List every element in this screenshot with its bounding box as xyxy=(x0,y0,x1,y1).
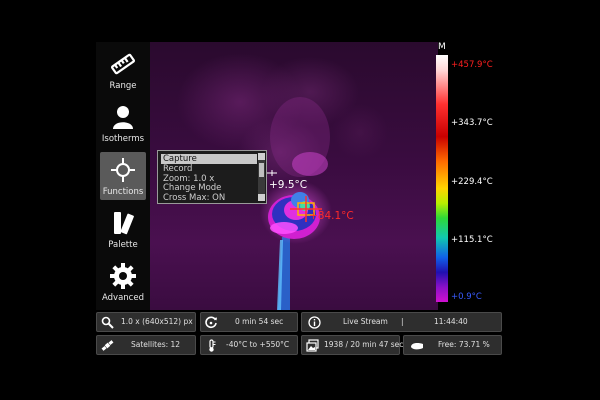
max-temperature: +84.1°C xyxy=(309,210,354,222)
range-button[interactable]: Range xyxy=(100,46,146,94)
elapsed-text: 0 min 54 sec xyxy=(235,317,284,326)
frames-text: 1938 / 20 min 47 sec xyxy=(324,340,404,349)
sidebar-item-label: Functions xyxy=(102,187,144,197)
menu-item-change-mode[interactable]: Change Mode xyxy=(161,183,257,193)
stream-status: Live Stream | 11:44:40 xyxy=(301,312,502,332)
sd-card-icon xyxy=(411,343,423,350)
sidebar-item-label: Advanced xyxy=(102,293,144,303)
scroll-down-arrow-icon[interactable] xyxy=(258,194,265,201)
range-status: -40°C to +550°C xyxy=(200,335,298,355)
thermometer-icon xyxy=(209,339,216,352)
color-scale-bar xyxy=(436,55,448,302)
ruler-icon xyxy=(108,49,138,79)
scale-label: +229.4°C xyxy=(451,177,493,187)
range-text: -40°C to +550°C xyxy=(226,340,290,349)
stream-mode-text: Live Stream xyxy=(343,317,388,326)
elapsed-status: 0 min 54 sec xyxy=(200,312,298,332)
zoom-status: 1.0 x (640x512) px xyxy=(96,312,196,332)
palette-icon xyxy=(108,208,138,238)
satellites-status: Satellites: 12 xyxy=(96,335,196,355)
info-icon xyxy=(308,316,321,329)
sidebar: Range Isotherms Functions Palette Advanc… xyxy=(96,42,150,310)
functions-button[interactable]: Functions xyxy=(100,152,146,200)
frames-status: 1938 / 20 min 47 sec xyxy=(301,335,404,355)
menu-scrollbar[interactable] xyxy=(258,153,265,201)
gallery-icon xyxy=(306,339,319,352)
scroll-up-arrow-icon[interactable] xyxy=(258,153,265,160)
crosshair-icon xyxy=(108,155,138,185)
scale-marker: M xyxy=(438,42,446,52)
sidebar-item-label: Range xyxy=(109,81,137,91)
scale-label-min: +0.9°C xyxy=(451,292,482,302)
spot-temperature: +9.5°C xyxy=(269,179,308,191)
scrollbar-thumb[interactable] xyxy=(259,163,264,177)
menu-item-capture[interactable]: Capture xyxy=(161,154,257,164)
satellite-icon xyxy=(101,340,114,351)
menu-item-record[interactable]: Record xyxy=(161,164,257,174)
sidebar-item-label: Palette xyxy=(108,240,138,250)
sidebar-item-label: Isotherms xyxy=(101,134,145,144)
menu-item-cross-max[interactable]: Cross Max: ON xyxy=(161,193,257,203)
magnifier-icon xyxy=(101,316,114,329)
scale-label-max: +457.9°C xyxy=(451,60,493,70)
isotherms-button[interactable]: Isotherms xyxy=(100,99,146,147)
gear-icon xyxy=(108,261,138,291)
person-icon xyxy=(108,102,138,132)
scale-label: +343.7°C xyxy=(451,118,493,128)
clock-text: 11:44:40 xyxy=(434,317,468,326)
scale-label: +115.1°C xyxy=(451,235,493,245)
timer-icon xyxy=(205,316,217,329)
storage-status: Free: 73.71 % xyxy=(403,335,502,355)
satellites-text: Satellites: 12 xyxy=(131,340,181,349)
advanced-button[interactable]: Advanced xyxy=(100,258,146,306)
menu-item-zoom[interactable]: Zoom: 1.0 x xyxy=(161,174,257,184)
zoom-text: 1.0 x (640x512) px xyxy=(121,317,193,326)
palette-button[interactable]: Palette xyxy=(100,205,146,253)
free-space-text: Free: 73.71 % xyxy=(438,340,490,349)
status-separator: | xyxy=(401,317,404,326)
functions-menu: Capture Record Zoom: 1.0 x Change Mode C… xyxy=(157,150,267,204)
